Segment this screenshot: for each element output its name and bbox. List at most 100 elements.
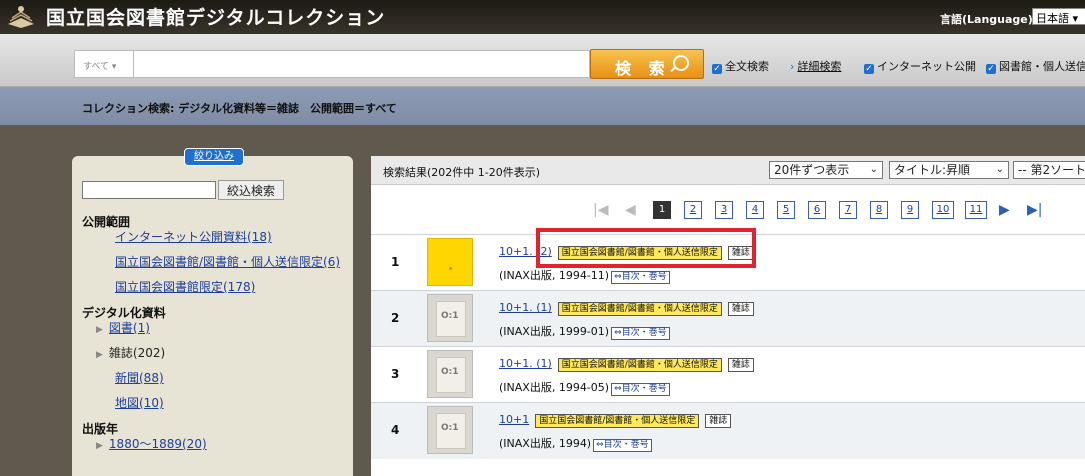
access-badge[interactable]: 国立国会図書館/図書館・個人送信限定 — [535, 414, 700, 428]
highlight-annotation-box — [536, 228, 756, 268]
expand-triangle-icon[interactable]: ▶ — [96, 350, 103, 360]
expand-triangle-icon[interactable]: ▶ — [96, 441, 103, 451]
result-title-line: 10+1 国立国会図書館/図書館・個人送信限定 雑誌 — [499, 413, 732, 428]
checkbox-checked-icon: ✓ — [986, 64, 996, 74]
chevron-down-icon: ⌄ — [869, 164, 878, 175]
chevron-right-icon: › — [790, 60, 795, 73]
refine-search-button[interactable]: 絞込検索 — [218, 180, 284, 200]
facet-books[interactable]: ▶ 図書(1) — [96, 319, 150, 336]
page-8[interactable]: 8 — [870, 201, 888, 219]
sort-value: タイトル:昇順 — [894, 163, 971, 177]
language-label: 言語(Language): — [940, 13, 1038, 26]
sort-select[interactable]: タイトル:昇順 ⌄ — [889, 161, 1009, 179]
result-thumbnail[interactable]: O:1 — [427, 406, 473, 454]
result-title-link[interactable]: 10+1. (1) — [499, 357, 552, 370]
next-page-icon[interactable]: ▶ — [999, 202, 1010, 218]
per-page-select[interactable]: 20件ずつ表示 ⌄ — [769, 161, 883, 179]
material-type-badge: 雑誌 — [705, 414, 732, 428]
first-page-icon: |◀ — [593, 202, 609, 218]
result-publisher: (INAX出版, 1994-11) — [499, 269, 610, 282]
result-thumbnail[interactable]: O:1 — [427, 294, 473, 342]
result-publisher: (INAX出版, 1999-01) — [499, 325, 610, 338]
library-transmission-checkbox-label: 図書館・個人送信 — [999, 60, 1085, 73]
page-10[interactable]: 10 — [932, 201, 954, 219]
facet-books-label[interactable]: 図書(1) — [109, 321, 150, 335]
page-9[interactable]: 9 — [901, 201, 919, 219]
fulltext-checkbox[interactable]: ✓ 全文検索 — [712, 58, 769, 74]
access-badge[interactable]: 国立国会図書館/図書館・個人送信限定 — [557, 302, 722, 316]
result-thumbnail[interactable]: O:1 — [427, 350, 473, 398]
last-page-icon[interactable]: ▶| — [1027, 202, 1042, 218]
results-count: 検索結果(202件中 1-20件表示) — [383, 166, 541, 179]
facet-internet-public[interactable]: インターネット公開資料(18) — [115, 228, 272, 245]
ndl-book-logo-icon[interactable] — [6, 4, 36, 30]
facet-magazines[interactable]: ▶ 雑誌(202) — [96, 344, 165, 361]
facet-newspapers[interactable]: 新聞(88) — [115, 369, 164, 386]
material-type-badge: 雑誌 — [727, 302, 754, 316]
result-publisher: (INAX出版, 1994-05) — [499, 381, 610, 394]
page-7[interactable]: 7 — [839, 201, 857, 219]
search-input[interactable] — [134, 50, 590, 78]
search-button-label: 検 索 — [615, 59, 671, 78]
per-page-value: 20件ずつ表示 — [774, 163, 850, 177]
facet-year-1880s-label[interactable]: 1880～1889(20) — [109, 437, 207, 451]
facet-maps[interactable]: 地図(10) — [115, 394, 164, 411]
page-2[interactable]: 2 — [684, 201, 702, 219]
site-title[interactable]: 国立国会図書館デジタルコレクション — [46, 3, 385, 30]
language-select[interactable]: 日本語 ▾ — [1032, 8, 1085, 25]
secondary-sort-select[interactable]: -- 第2ソート — [1013, 161, 1085, 179]
facet-library-transmission[interactable]: 国立国会図書館/図書館・個人送信限定(6) — [115, 253, 340, 270]
header-bar: 国立国会図書館デジタルコレクション 言語(Language): 日本語 ▾ — [0, 0, 1085, 34]
result-publisher-line: (INAX出版, 1994) ⇔目次・巻号 — [499, 435, 652, 452]
prev-page-icon: ◀ — [625, 202, 636, 218]
result-publisher: (INAX出版, 1994) — [499, 437, 592, 450]
result-title-link[interactable]: 10+1. (1) — [499, 301, 552, 314]
facet-ndl-only[interactable]: 国立国会図書館限定(178) — [115, 278, 255, 295]
internet-public-checkbox-label: インターネット公開 — [877, 60, 976, 73]
refine-tab[interactable]: 絞り込み — [184, 148, 244, 166]
toc-volume-link[interactable]: ⇔目次・巻号 — [611, 271, 670, 284]
page-6[interactable]: 6 — [808, 201, 826, 219]
toc-volume-link[interactable]: ⇔目次・巻号 — [593, 439, 652, 452]
collection-banner: コレクション検索: デジタル化資料等＝雑誌 公開範囲＝すべて — [0, 87, 1085, 125]
checkbox-checked-icon: ✓ — [712, 64, 722, 74]
result-title-line: 10+1. (1) 国立国会図書館/図書館・個人送信限定 雑誌 — [499, 301, 754, 316]
library-transmission-checkbox[interactable]: ✓ 図書館・個人送信 — [986, 58, 1085, 74]
page-11[interactable]: 11 — [965, 201, 987, 219]
result-publisher-line: (INAX出版, 1994-11) ⇔目次・巻号 — [499, 267, 670, 284]
result-number: 1 — [391, 255, 400, 269]
result-row: 4 O:1 10+1 国立国会図書館/図書館・個人送信限定 雑誌 (INAX出版, … — [371, 402, 1085, 459]
checkbox-checked-icon: ✓ — [864, 64, 874, 74]
page-4[interactable]: 4 — [746, 201, 764, 219]
expand-triangle-icon[interactable]: ▶ — [96, 325, 103, 335]
access-badge[interactable]: 国立国会図書館/図書館・個人送信限定 — [557, 358, 722, 372]
result-title-line: 10+1. (1) 国立国会図書館/図書館・個人送信限定 雑誌 — [499, 357, 754, 372]
toc-volume-link[interactable]: ⇔目次・巻号 — [611, 383, 670, 396]
toc-volume-link[interactable]: ⇔目次・巻号 — [611, 327, 670, 340]
result-number: 3 — [391, 367, 400, 381]
facet-year-1880s[interactable]: ▶ 1880～1889(20) — [96, 435, 207, 452]
material-type-badge: 雑誌 — [727, 358, 754, 372]
result-thumbnail[interactable] — [427, 238, 473, 286]
refine-input[interactable] — [82, 181, 216, 199]
pagination: |◀ ◀ 1 2 3 4 5 6 7 8 9 10 11 ▶ ▶| — [593, 201, 1053, 221]
fulltext-checkbox-label: 全文検索 — [725, 60, 769, 73]
page-1: 1 — [653, 201, 671, 219]
result-number: 2 — [391, 311, 400, 325]
search-button[interactable]: 検 索 — [590, 49, 704, 79]
collection-search-condition: コレクション検索: デジタル化資料等＝雑誌 公開範囲＝すべて — [82, 102, 397, 115]
result-row: 3 O:1 10+1. (1) 国立国会図書館/図書館・個人送信限定 雑誌 (INA… — [371, 346, 1085, 403]
result-publisher-line: (INAX出版, 1999-01) ⇔目次・巻号 — [499, 323, 670, 340]
internet-public-checkbox[interactable]: ✓ インターネット公開 — [864, 58, 976, 74]
page-3[interactable]: 3 — [715, 201, 733, 219]
advanced-search-link[interactable]: › 詳細検索 — [790, 58, 841, 74]
result-title-link[interactable]: 10+1 — [499, 413, 529, 426]
result-publisher-line: (INAX出版, 1994-05) ⇔目次・巻号 — [499, 379, 670, 396]
refine-sidebar: 絞り込み 絞込検索 公開範囲 インターネット公開資料(18) 国立国会図書館/図… — [72, 148, 353, 476]
search-bar: すべて ▾ 検 索 ✓ 全文検索 › 詳細検索 ✓ インターネット公開 ✓ 図書館・個人… — [0, 34, 1085, 87]
page-5[interactable]: 5 — [777, 201, 795, 219]
result-row: 2 O:1 10+1. (1) 国立国会図書館/図書館・個人送信限定 雑誌 (INA… — [371, 290, 1085, 347]
results-header: 検索結果(202件中 1-20件表示) 20件ずつ表示 ⌄ タイトル:昇順 ⌄ --… — [371, 156, 1085, 185]
search-scope-select[interactable]: すべて ▾ — [74, 50, 134, 78]
chevron-down-icon: ⌄ — [995, 164, 1004, 175]
